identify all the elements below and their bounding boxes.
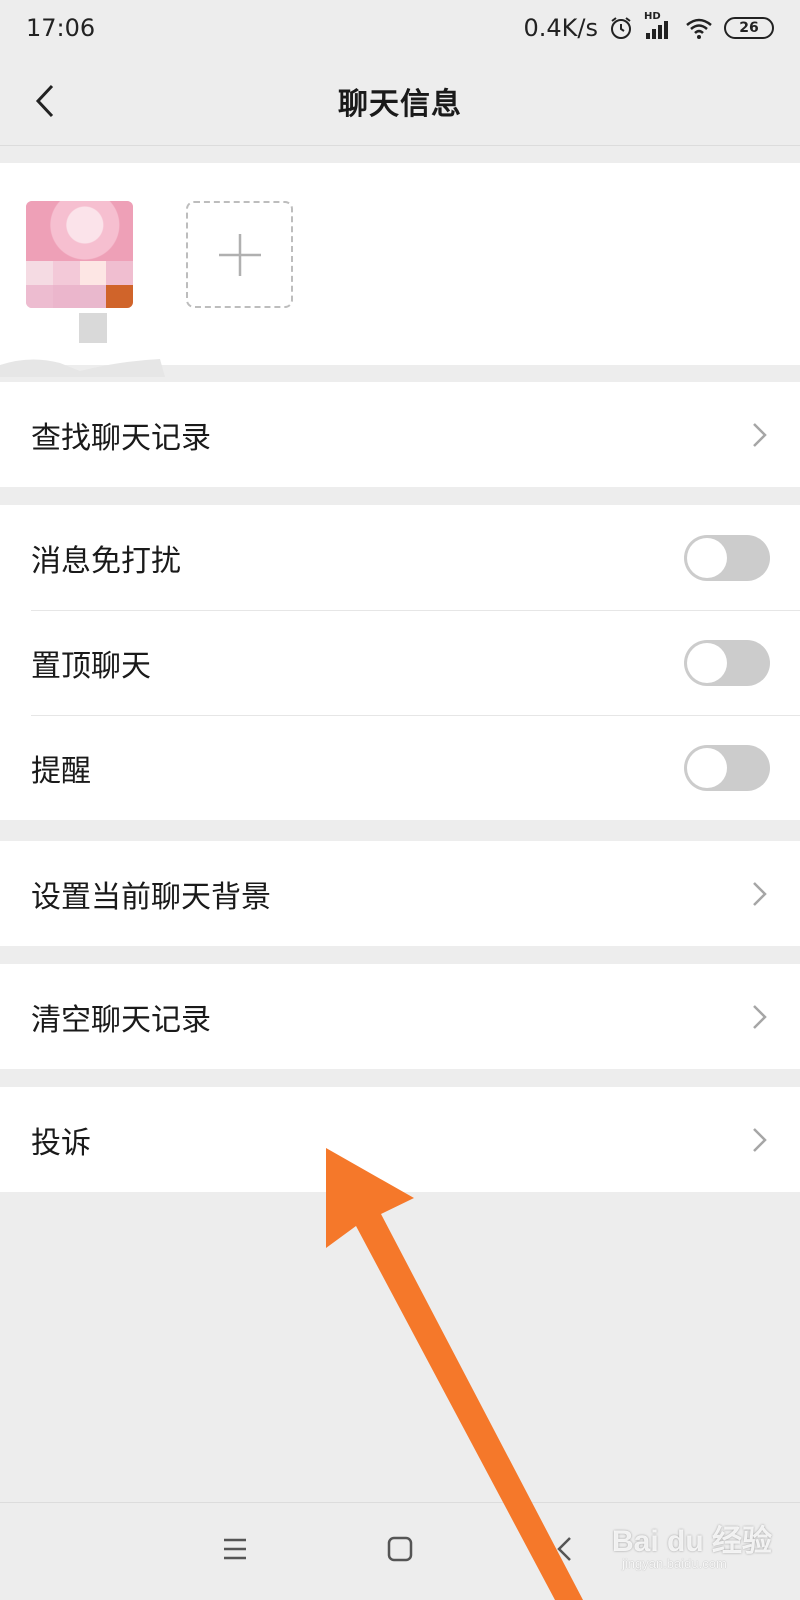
- status-icons: 0.4K/s HD 26: [523, 11, 774, 42]
- clear-group: 清空聊天记录: [0, 964, 800, 1069]
- avatar-mosaic: [26, 261, 133, 308]
- watermark-logo: Bai du 经验: [612, 1525, 773, 1558]
- menu-icon[interactable]: [222, 1537, 248, 1561]
- add-member-button[interactable]: [186, 201, 293, 308]
- search-group: 查找聊天记录: [0, 382, 800, 487]
- reminder-toggle[interactable]: [684, 745, 770, 791]
- watermark-url: jingyan.baidu.com: [622, 1556, 727, 1571]
- row-label: 消息免打扰: [31, 543, 181, 579]
- mute-notifications-toggle[interactable]: [684, 535, 770, 581]
- toggle-knob: [687, 538, 727, 578]
- header-bar: 聊天信息: [0, 56, 800, 146]
- background-group: 设置当前聊天背景: [0, 841, 800, 946]
- complain-row[interactable]: 投诉: [0, 1087, 800, 1192]
- battery-icon: 26: [724, 17, 774, 39]
- battery-level: 26: [739, 20, 759, 36]
- chevron-right-icon: [753, 1128, 767, 1152]
- chevron-left-icon: [35, 84, 54, 118]
- set-chat-background-row[interactable]: 设置当前聊天背景: [0, 841, 800, 946]
- wifi-icon: [686, 18, 712, 39]
- back-icon[interactable]: [555, 1536, 575, 1562]
- home-icon[interactable]: [387, 1536, 413, 1562]
- pin-chat-toggle[interactable]: [684, 640, 770, 686]
- status-time: 17:06: [26, 14, 96, 42]
- search-chat-history-row[interactable]: 查找聊天记录: [0, 382, 800, 487]
- chevron-right-icon: [753, 423, 767, 447]
- row-label: 置顶聊天: [31, 648, 151, 684]
- row-label: 查找聊天记录: [31, 420, 211, 456]
- row-label: 清空聊天记录: [31, 1002, 211, 1038]
- chevron-right-icon: [753, 882, 767, 906]
- row-label: 提醒: [31, 753, 91, 789]
- back-button[interactable]: [22, 78, 68, 124]
- network-speed: 0.4K/s: [523, 14, 599, 42]
- avatar-shadow: [0, 359, 165, 377]
- status-bar: 17:06 0.4K/s HD 26: [0, 0, 800, 56]
- settings-group: 消息免打扰 置顶聊天 提醒: [0, 505, 800, 820]
- avatar-image: [26, 201, 133, 261]
- toggle-knob: [687, 748, 727, 788]
- clear-chat-history-row[interactable]: 清空聊天记录: [0, 964, 800, 1069]
- alarm-icon: [611, 17, 631, 39]
- page-title: 聊天信息: [338, 86, 462, 122]
- avatar-mosaic-tail: [79, 313, 107, 343]
- members-panel: [0, 163, 800, 365]
- plus-icon: [218, 233, 261, 276]
- reminder-row: 提醒: [0, 715, 800, 820]
- signal-icon: HD: [644, 11, 674, 41]
- row-label: 投诉: [31, 1125, 91, 1161]
- toggle-knob: [687, 643, 727, 683]
- complain-group: 投诉: [0, 1087, 800, 1192]
- row-label: 设置当前聊天背景: [31, 879, 271, 915]
- member-avatar[interactable]: [26, 201, 133, 308]
- pin-chat-row: 置顶聊天: [0, 610, 800, 715]
- chevron-right-icon: [753, 1005, 767, 1029]
- mute-notifications-row: 消息免打扰: [0, 505, 800, 610]
